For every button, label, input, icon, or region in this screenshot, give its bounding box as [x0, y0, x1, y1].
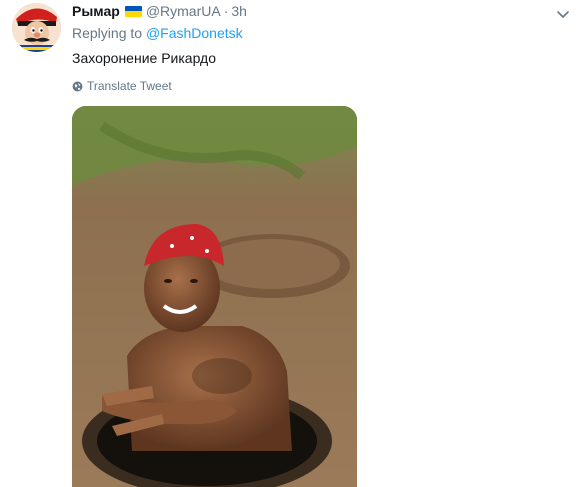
separator-dot: ·	[223, 3, 229, 19]
tweet-photo[interactable]	[72, 106, 357, 487]
chevron-down-icon[interactable]	[556, 6, 570, 18]
tweet-header: Рымар @RymarUA · 3h	[72, 2, 247, 20]
ukraine-flag-icon	[124, 5, 142, 17]
reply-to-link[interactable]: @FashDonetsk	[146, 25, 243, 41]
tweet: Рымар @RymarUA · 3h Replying to @FashDon…	[0, 0, 576, 487]
user-handle[interactable]: @RymarUA	[146, 3, 221, 19]
timestamp[interactable]: 3h	[231, 3, 247, 19]
avatar[interactable]	[12, 3, 61, 52]
translate-tweet-button[interactable]: Translate Tweet	[72, 79, 172, 93]
reply-prefix: Replying to	[72, 25, 143, 41]
tweet-text: Захоронение Рикардо	[72, 50, 216, 66]
globe-icon	[72, 81, 83, 91]
translate-label: Translate Tweet	[87, 79, 172, 93]
display-name[interactable]: Рымар	[72, 3, 120, 19]
replying-to: Replying to @FashDonetsk	[72, 25, 243, 41]
